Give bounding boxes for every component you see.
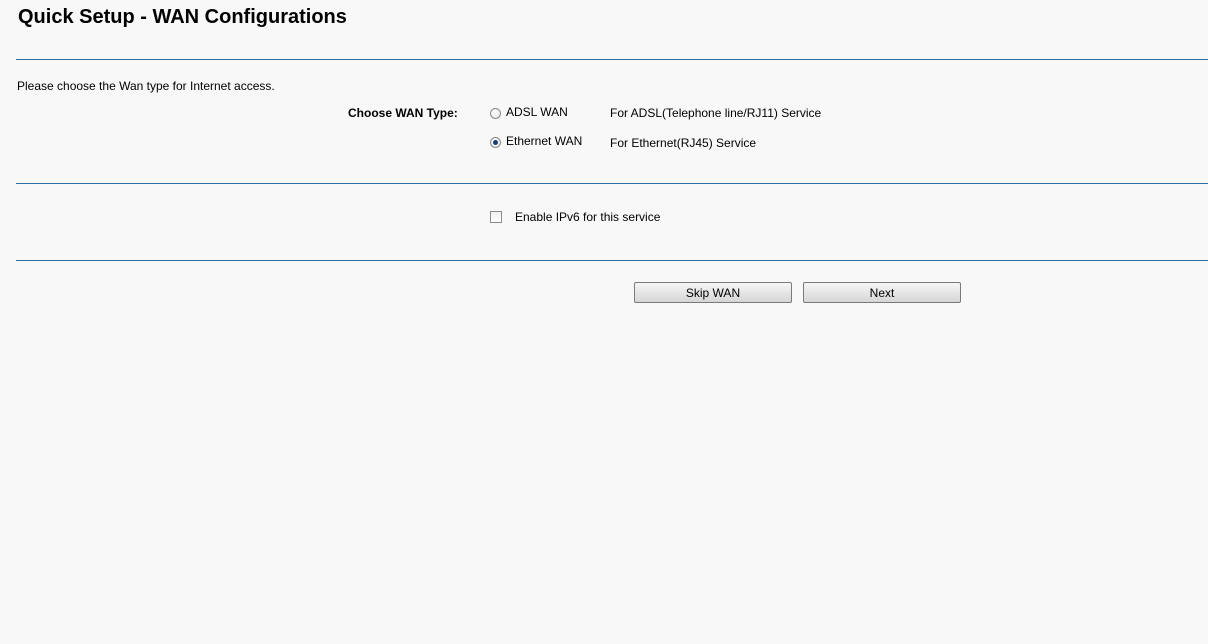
- page-title: Quick Setup - WAN Configurations: [18, 6, 347, 28]
- ethernet-wan-label: Ethernet WAN: [506, 134, 583, 148]
- ethernet-wan-description: For Ethernet(RJ45) Service: [610, 136, 757, 150]
- wan-type-label: Choose WAN Type:: [348, 106, 458, 120]
- skip-wan-button[interactable]: Skip WAN: [634, 282, 792, 303]
- adsl-wan-label: ADSL WAN: [506, 105, 568, 119]
- quick-setup-page: Quick Setup - WAN Configurations Please …: [0, 0, 1208, 644]
- adsl-wan-option[interactable]: ADSL WAN: [490, 104, 568, 120]
- divider-middle: [16, 183, 1208, 184]
- divider-bottom: [16, 260, 1208, 261]
- intro-text: Please choose the Wan type for Internet …: [17, 79, 275, 93]
- divider-top: [16, 59, 1208, 60]
- adsl-wan-radio[interactable]: [490, 108, 501, 119]
- ethernet-wan-option[interactable]: Ethernet WAN: [490, 133, 582, 149]
- ethernet-wan-radio[interactable]: [490, 137, 501, 148]
- adsl-wan-description: For ADSL(Telephone line/RJ11) Service: [610, 106, 822, 120]
- ipv6-label: Enable IPv6 for this service: [515, 210, 661, 224]
- ipv6-checkbox[interactable]: [490, 211, 502, 223]
- ipv6-option[interactable]: Enable IPv6 for this service: [490, 210, 660, 224]
- next-button[interactable]: Next: [803, 282, 961, 303]
